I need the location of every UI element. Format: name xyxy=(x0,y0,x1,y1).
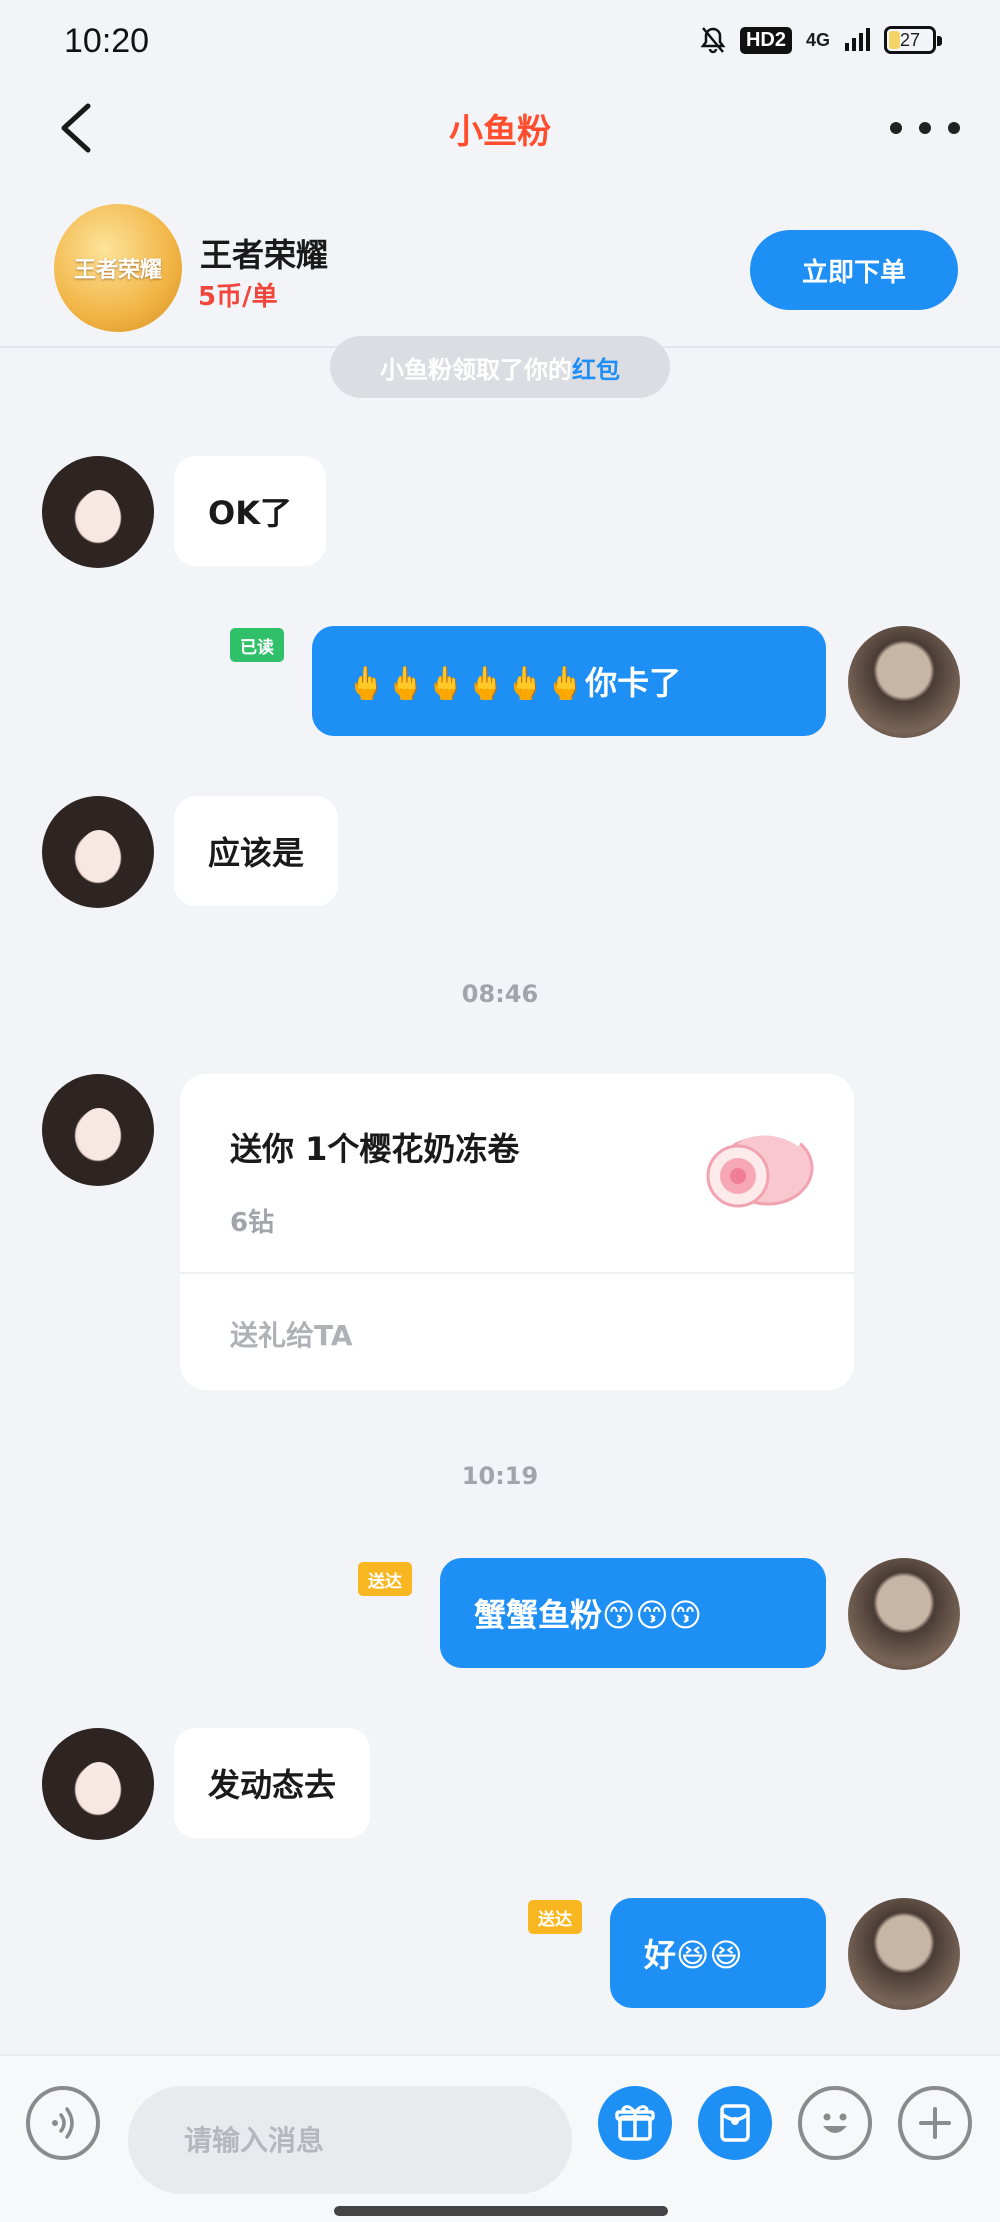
my-avatar[interactable] xyxy=(848,626,960,738)
status-icons: HD2 4G 27 xyxy=(700,26,942,54)
home-indicator[interactable] xyxy=(334,2206,668,2216)
outgoing-message[interactable]: 蟹蟹鱼粉😙😙😙 xyxy=(440,1558,826,1668)
red-packet-button[interactable] xyxy=(698,2086,772,2160)
gift-icon xyxy=(615,2105,655,2141)
gift-title: 送你 1个樱花奶冻卷 xyxy=(230,1130,520,1168)
contact-avatar[interactable] xyxy=(42,456,154,568)
status-time: 10:20 xyxy=(64,22,150,60)
gift-card[interactable]: 送你 1个樱花奶冻卷 6钻 送礼给TA xyxy=(180,1074,854,1390)
contact-avatar[interactable] xyxy=(42,1728,154,1840)
emoji-icon xyxy=(823,2113,847,2133)
incoming-message[interactable]: 应该是 xyxy=(174,796,339,906)
more-actions-button[interactable] xyxy=(898,2086,972,2160)
service-card: 王者荣耀 王者荣耀 5币/单 立即下单 xyxy=(0,196,1000,348)
read-status-tag: 已读 xyxy=(230,628,284,662)
contact-avatar[interactable] xyxy=(42,1074,154,1186)
nav-bar: 小鱼粉 xyxy=(0,88,1000,168)
voice-icon xyxy=(52,2107,74,2139)
outgoing-message[interactable]: 🖕🖕🖕🖕🖕🖕你卡了 xyxy=(312,626,826,736)
mute-bell-icon xyxy=(700,27,726,54)
gift-divider xyxy=(180,1272,854,1274)
game-name: 王者荣耀 xyxy=(200,236,329,274)
outgoing-message[interactable]: 好😆😆 xyxy=(610,1898,826,2008)
game-price: 5币/单 xyxy=(198,282,278,312)
system-notice: 小鱼粉领取了你的 红包 xyxy=(330,336,670,398)
system-notice-text: 小鱼粉领取了你的 xyxy=(380,355,572,384)
red-packet-link[interactable]: 红包 xyxy=(572,350,620,385)
plus-icon xyxy=(919,2107,951,2139)
contact-avatar[interactable] xyxy=(42,796,154,908)
delivered-status-tag: 送达 xyxy=(528,1900,582,1934)
send-gift-button[interactable]: 送礼给TA xyxy=(230,1314,353,1354)
gift-button[interactable] xyxy=(598,2086,672,2160)
game-logo: 王者荣耀 xyxy=(54,204,182,332)
message-input[interactable] xyxy=(128,2086,572,2194)
input-bar xyxy=(0,2054,1000,2222)
incoming-message[interactable]: OK了 xyxy=(174,456,327,566)
signal-icon xyxy=(845,28,870,51)
red-packet-icon xyxy=(720,2104,750,2142)
emoji-button[interactable] xyxy=(798,2086,872,2160)
battery-fill xyxy=(889,31,900,49)
more-button[interactable] xyxy=(890,108,960,148)
order-now-button[interactable]: 立即下单 xyxy=(750,230,958,310)
battery-level: 27 xyxy=(899,29,921,50)
battery-icon: 27 xyxy=(884,26,942,54)
cake-roll-icon xyxy=(706,1129,814,1208)
my-avatar[interactable] xyxy=(848,1558,960,1670)
incoming-message[interactable]: 发动态去 xyxy=(174,1728,371,1838)
timestamp: 08:46 xyxy=(461,980,539,1008)
my-avatar[interactable] xyxy=(848,1898,960,2010)
more-dots-icon xyxy=(890,122,902,134)
hd-badge: HD2 xyxy=(739,26,792,54)
gift-price: 6钻 xyxy=(230,1208,275,1238)
delivered-status-tag: 送达 xyxy=(358,1562,412,1596)
chat-title: 小鱼粉 xyxy=(449,112,551,152)
voice-button[interactable] xyxy=(26,2086,100,2160)
status-bar: 10:20 HD2 4G 27 xyxy=(0,0,1000,88)
timestamp: 10:19 xyxy=(461,1462,539,1490)
network-label: 4G xyxy=(805,30,830,50)
